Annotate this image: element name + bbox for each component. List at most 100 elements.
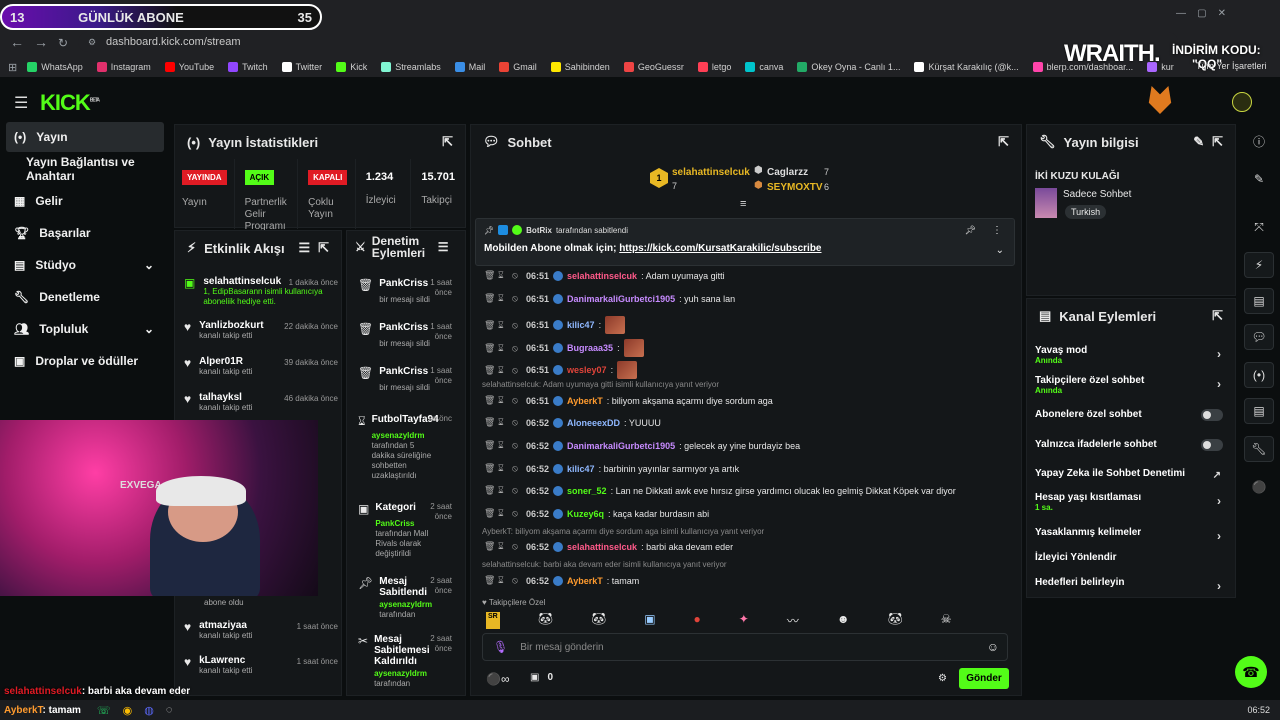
timeout-icon[interactable]: ⌛︎ — [498, 508, 508, 519]
ban-icon[interactable]: ⦸ — [512, 417, 522, 428]
bookmark-item[interactable]: GeoGuessr — [623, 62, 684, 72]
bookmark-item[interactable]: Twitch — [228, 62, 268, 72]
bookmark-item[interactable]: Sahibinden — [550, 62, 610, 72]
edit-icon[interactable]: ✎ — [1193, 134, 1204, 150]
channel-action-row[interactable]: Hedefleri belirleyin › — [1035, 577, 1225, 593]
bookmark-item[interactable]: Kick — [336, 62, 367, 72]
expand-icon[interactable]: ⤧ — [1244, 214, 1274, 240]
channel-action-row[interactable]: Yalnızca ifadelerle sohbet — [1035, 439, 1225, 451]
top-gifter-name[interactable]: SEYMOXTV — [767, 182, 823, 193]
popout-icon[interactable]: ⇱ — [1212, 308, 1223, 324]
settings-icon[interactable]: ⚙ — [938, 673, 947, 684]
chat-icon[interactable]: 💬︎ — [1244, 324, 1274, 350]
whatsapp-icon[interactable]: ☏ — [97, 704, 111, 717]
top-gifter-name[interactable]: Caglarzz — [767, 167, 808, 178]
sidebar-item-topluluk[interactable]: 👥︎ Topluluk ⌄ — [6, 314, 164, 344]
activity-user[interactable]: talhayksl — [199, 392, 252, 403]
sidebar-item-yayin[interactable]: (•) Yayın — [6, 122, 164, 152]
message-user[interactable]: Kuzey6q — [567, 509, 604, 519]
delete-icon[interactable]: 🗑︎ — [484, 320, 495, 331]
pinned-by[interactable]: BotRix — [526, 226, 552, 235]
mod-user[interactable]: PankCriss — [379, 278, 430, 289]
sort-icon[interactable]: ≡ — [740, 198, 746, 210]
timeout-icon[interactable]: ⌛︎ — [498, 395, 508, 406]
timeout-icon[interactable]: ⌛︎ — [498, 343, 508, 354]
delete-icon[interactable]: 🗑︎ — [484, 343, 495, 354]
back-icon[interactable]: ← — [10, 34, 24, 50]
timeout-icon[interactable]: ⌛︎ — [498, 320, 508, 331]
bookmark-item[interactable]: YouTube — [164, 62, 214, 72]
chrome-icon[interactable]: ◉ — [123, 704, 133, 717]
emote-icon[interactable]: ● — [694, 612, 701, 629]
emote-icon[interactable]: 🐼︎ — [591, 612, 606, 629]
ban-icon[interactable]: ⦸ — [512, 293, 522, 304]
emote-icon[interactable]: 🐼︎ — [538, 612, 553, 629]
message-user[interactable]: selahattinselcuk — [567, 542, 637, 552]
mod-user[interactable]: PankCriss — [379, 366, 430, 377]
emote-icon[interactable]: ☻ — [837, 612, 850, 629]
ban-icon[interactable]: ⦸ — [512, 485, 522, 496]
points-counter[interactable]: ▣ 0 — [530, 672, 553, 683]
bookmark-item[interactable]: Instagram — [96, 62, 151, 72]
sidebar-item-denetleme[interactable]: 🔧︎ Denetleme — [6, 282, 164, 312]
delete-icon[interactable]: 🗑︎ — [484, 541, 495, 552]
emote-icon[interactable]: ☠︎ — [941, 612, 952, 629]
forward-icon[interactable]: → — [34, 34, 48, 50]
popout-icon[interactable]: ⇱ — [998, 134, 1009, 150]
reload-icon[interactable]: ↻ — [58, 36, 68, 50]
ban-icon[interactable]: ⦸ — [512, 270, 522, 281]
popout-icon[interactable]: ⇱ — [1212, 134, 1223, 150]
more-icon[interactable]: ⋮ — [992, 225, 1002, 236]
mic-icon[interactable]: 🎙︎ — [493, 640, 508, 654]
edit-icon[interactable]: ✎ — [1244, 166, 1274, 192]
chevron-down-icon[interactable]: ⌄ — [996, 245, 1004, 256]
kick-logo[interactable]: KICKBETA — [40, 90, 100, 116]
activity-user[interactable]: Yanlizbozkurt — [199, 320, 263, 331]
channel-action-row[interactable]: Yasaklanmış kelimeler › — [1035, 527, 1225, 543]
bookmark-item[interactable]: Gmail — [499, 62, 537, 72]
bookmark-item[interactable]: Kürşat Karakılıç (@k... — [914, 62, 1019, 72]
timeout-icon[interactable]: ⌛︎ — [498, 440, 508, 451]
delete-icon[interactable]: 🗑︎ — [484, 575, 495, 586]
timeout-icon[interactable]: ⌛︎ — [498, 575, 508, 586]
pinned-link[interactable]: https://kick.com/KursatKarakilic/subscri… — [619, 243, 821, 254]
toggle-switch[interactable] — [1201, 439, 1223, 451]
message-user[interactable]: AyberkT — [567, 576, 603, 586]
delete-icon[interactable]: 🗑︎ — [484, 508, 495, 519]
timeout-icon[interactable]: ⌛︎ — [498, 270, 508, 281]
popout-icon[interactable]: ⇱ — [318, 240, 329, 256]
chat-input[interactable]: 🎙︎ Bir mesaj gönderin ☺ — [482, 633, 1008, 661]
message-user[interactable]: kilic47 — [567, 464, 595, 474]
site-info-icon[interactable]: ⚙ — [88, 37, 96, 48]
delete-icon[interactable]: 🗑︎ — [484, 365, 495, 376]
channel-action-row[interactable]: Yapay Zeka ile Sohbet Denetimi ↗ — [1035, 468, 1225, 481]
mod-user[interactable]: PankCriss — [379, 322, 430, 333]
lightning-icon[interactable]: ⚡︎ — [1244, 252, 1274, 278]
obs-icon[interactable]: ◌ — [166, 704, 173, 716]
ban-icon[interactable]: ⦸ — [512, 575, 522, 586]
timeout-icon[interactable]: ⌛︎ — [498, 293, 508, 304]
message-user[interactable]: kilic47 — [567, 320, 595, 330]
delete-icon[interactable]: 🗑︎ — [484, 440, 495, 451]
broadcast-icon[interactable]: (•) — [1244, 362, 1274, 388]
sidebar-item-gelir[interactable]: ▦ Gelir — [6, 186, 164, 216]
sidebar-item-stream-key[interactable]: Yayın Bağlantısı ve Anahtarı — [6, 154, 164, 184]
channel-action-row[interactable]: Takipçilere özel sohbet Anında › — [1035, 375, 1225, 395]
message-user[interactable]: DanimarkaliGurbetci1905 — [567, 441, 675, 451]
channel-action-row[interactable]: Hesap yaşı kısıtlaması 1 sa. › — [1035, 492, 1225, 512]
all-bookmarks[interactable]: Tüm Yer İşaretleri — [1196, 61, 1267, 71]
activity-user[interactable]: kLawrenc — [199, 655, 252, 666]
channel-action-row[interactable]: Yavaş mod Anında › — [1035, 345, 1225, 365]
address-bar[interactable]: dashboard.kick.com/stream — [78, 32, 1178, 52]
timeout-icon[interactable]: ⌛︎ — [498, 417, 508, 428]
ban-icon[interactable]: ⦸ — [512, 541, 522, 552]
info-icon[interactable]: ⓘ — [1244, 128, 1274, 154]
message-user[interactable]: soner_52 — [567, 486, 607, 496]
activity-user[interactable]: Alper01R — [199, 356, 252, 367]
mod-actor[interactable]: aysenazyldrm — [374, 669, 438, 679]
emote-icon[interactable]: 🐼︎ — [888, 612, 903, 629]
activity-user[interactable]: atmaziyaa — [199, 620, 252, 631]
message-user[interactable]: AloneeexDD — [567, 418, 620, 428]
channel-action-row[interactable]: İzleyici Yönlendir — [1035, 552, 1225, 563]
ban-icon[interactable]: ⦸ — [512, 395, 522, 406]
